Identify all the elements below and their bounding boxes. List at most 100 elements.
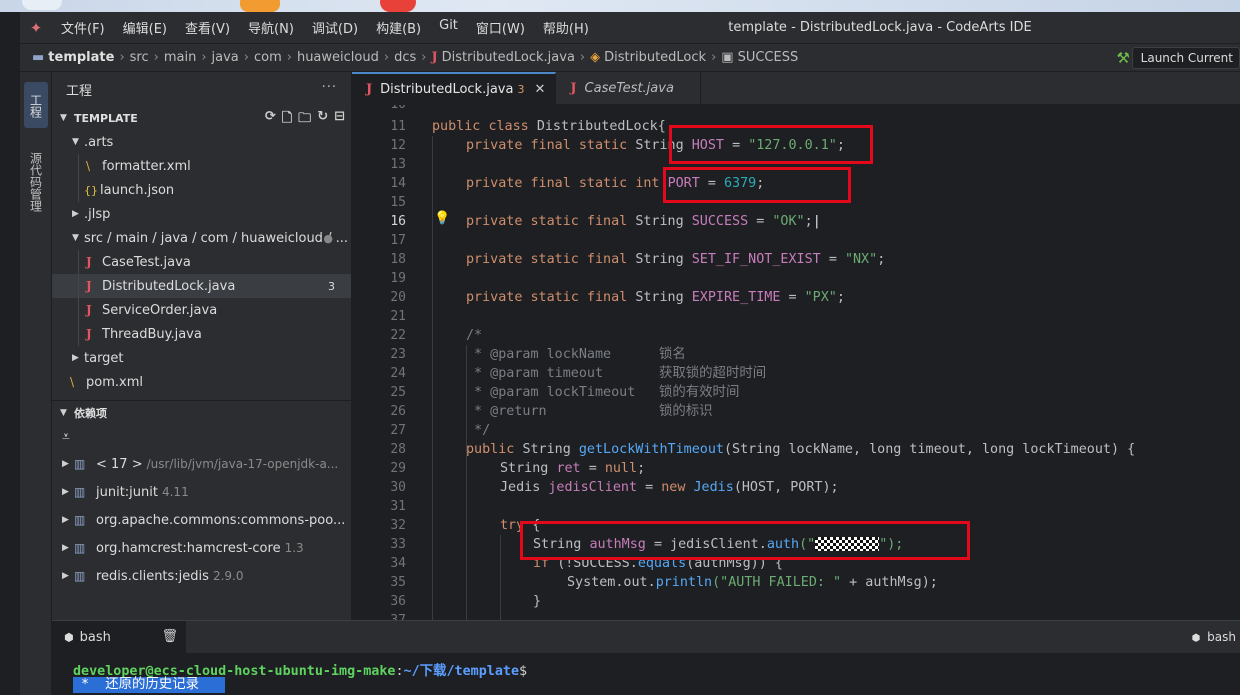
terminal-tab-bash-secondary[interactable]: ⬢ bash bbox=[1192, 630, 1236, 644]
project-section-header[interactable]: ▼ TEMPLATE ⟳ 🗋 🗀 ↻ ⊟ bbox=[52, 106, 351, 130]
breadcrumb-item-file[interactable]: J DistributedLock.java bbox=[431, 50, 574, 65]
library-icon: ▥ bbox=[74, 541, 86, 555]
activity-explorer[interactable]: 工程 bbox=[24, 82, 48, 128]
breadcrumb-item-field[interactable]: ▣ SUCCESS bbox=[721, 50, 798, 65]
tree-item-casetest[interactable]: J CaseTest.java bbox=[52, 250, 351, 274]
highlight-box-port bbox=[663, 167, 851, 203]
chevron-right-icon: ▶ bbox=[62, 571, 69, 581]
hammer-build-icon[interactable]: ⚒ bbox=[1117, 49, 1130, 67]
breadcrumb-item-java[interactable]: java bbox=[212, 50, 239, 65]
menu-build[interactable]: 构建(B) bbox=[367, 18, 430, 37]
close-icon[interactable]: ✕ bbox=[534, 82, 545, 97]
dep-item-jedis[interactable]: ▶ ▥ redis.clients:jedis 2.9.0 bbox=[52, 562, 351, 590]
desktop-dock-icon bbox=[22, 0, 62, 10]
problems-badge: 3 bbox=[328, 279, 335, 293]
menu-window[interactable]: 窗口(W) bbox=[467, 18, 534, 37]
line-number: 17 bbox=[390, 233, 406, 248]
tab-casetest[interactable]: J CaseTest.java bbox=[556, 72, 701, 105]
tree-item-distributedlock[interactable]: J DistributedLock.java 3 bbox=[52, 274, 351, 298]
line-number: 22 bbox=[390, 328, 406, 343]
tree-item-formatter[interactable]: \ formatter.xml bbox=[52, 154, 351, 178]
tab-distributedlock[interactable]: J DistributedLock.java 3 ✕ bbox=[352, 72, 557, 105]
sync-icon[interactable]: ⟳ bbox=[265, 109, 276, 131]
line-number-gutter: 10 11 12 13 14 15 16 17 18 19 20 21 22 2… bbox=[352, 105, 416, 620]
menu-git[interactable]: Git bbox=[430, 18, 467, 37]
breadcrumb-item-src[interactable]: src bbox=[130, 50, 149, 65]
xml-file-icon: \ bbox=[86, 159, 91, 173]
code-line-11: public class DistributedLock{ bbox=[432, 119, 666, 134]
code-line-29: String ret = null; bbox=[500, 461, 646, 476]
dependencies-section-header[interactable]: ▼ 依赖项 bbox=[52, 400, 351, 424]
menu-bar: 文件(F) 编辑(E) 查看(V) 导航(N) 调试(D) 构建(B) Git … bbox=[52, 18, 598, 37]
dep-item-jdk[interactable]: ▶ ▥ < 17 > /usr/lib/jvm/java-17-openjdk-… bbox=[52, 450, 351, 478]
class-icon: ◈ bbox=[590, 50, 601, 65]
line-number: 37 bbox=[366, 611, 406, 620]
tree-item-serviceorder[interactable]: J ServiceOrder.java bbox=[52, 298, 351, 322]
tree-item-threadbuy[interactable]: J ThreadBuy.java bbox=[52, 322, 351, 346]
desktop-dock-icon bbox=[240, 0, 280, 12]
refresh-icon[interactable]: ↻ bbox=[317, 109, 328, 131]
menu-help[interactable]: 帮助(H) bbox=[534, 18, 598, 37]
line-number: 32 bbox=[390, 518, 406, 533]
chevron-right-icon: › bbox=[201, 50, 207, 65]
breadcrumb-item-com[interactable]: com bbox=[254, 50, 282, 65]
breadcrumb-item-dcs[interactable]: dcs bbox=[394, 50, 416, 65]
menu-navigate[interactable]: 导航(N) bbox=[239, 18, 303, 37]
highlight-box-host bbox=[669, 125, 873, 164]
activity-bar: 工程 源代码管理 bbox=[20, 72, 52, 695]
library-icon: ▥ bbox=[74, 485, 86, 499]
menu-edit[interactable]: 编辑(E) bbox=[114, 18, 176, 37]
trash-icon[interactable]: 🗑 bbox=[161, 629, 178, 644]
highlight-box-auth bbox=[520, 521, 970, 560]
breadcrumb-item-project[interactable]: ▬ template bbox=[32, 50, 114, 65]
library-icon: ▥ bbox=[74, 569, 86, 583]
code-line-16: private static final String SUCCESS = "O… bbox=[466, 214, 821, 229]
new-folder-icon[interactable]: 🗀 bbox=[298, 109, 311, 131]
tree-item-arts[interactable]: ▼ .arts bbox=[52, 130, 351, 154]
code-line-20: private static final String EXPIRE_TIME … bbox=[466, 290, 845, 305]
menu-debug[interactable]: 调试(D) bbox=[303, 18, 367, 37]
new-file-icon[interactable]: 🗋 bbox=[282, 109, 292, 131]
code-line-24: * @param timeout 获取锁的超时时间 bbox=[466, 366, 767, 381]
tree-item-launch-json[interactable]: {} launch.json bbox=[52, 178, 351, 202]
tree-item-jlsp[interactable]: ▶ .jlsp bbox=[52, 202, 351, 226]
terminal-panel[interactable]: developer@ecs-cloud-host-ubuntu-img-make… bbox=[52, 653, 1240, 695]
dep-item-junit[interactable]: ▶ ▥ junit:junit 4.11 bbox=[52, 478, 351, 506]
dep-item-hamcrest[interactable]: ▶ ▥ org.hamcrest:hamcrest-core 1.3 bbox=[52, 534, 351, 562]
codearts-logo-icon[interactable]: ✦ bbox=[20, 12, 52, 44]
line-number: 21 bbox=[390, 309, 406, 324]
tree-item-src-path[interactable]: ▼ src / main / java / com / huaweicloud … bbox=[52, 226, 351, 250]
desktop-background bbox=[0, 0, 1240, 12]
chevron-right-icon: ▶ bbox=[72, 353, 79, 363]
line-number: 24 bbox=[390, 366, 406, 381]
breadcrumb-item-main[interactable]: main bbox=[164, 50, 196, 65]
breadcrumb-item-huaweicloud[interactable]: huaweicloud bbox=[297, 50, 379, 65]
chevron-right-icon: ▶ bbox=[72, 209, 79, 219]
collapse-all-icon[interactable]: ⊟ bbox=[334, 109, 345, 131]
tree-item-target[interactable]: ▶ target bbox=[52, 346, 351, 370]
terminal-tab-bash[interactable]: ⬢ bash 🗑 bbox=[52, 621, 186, 654]
tree-item-pom[interactable]: \ pom.xml bbox=[52, 370, 351, 394]
line-number: 29 bbox=[390, 461, 406, 476]
menu-file[interactable]: 文件(F) bbox=[52, 18, 114, 37]
chevron-down-icon: ▼ bbox=[60, 407, 67, 418]
dep-item-commons-pool[interactable]: ▶ ▥ org.apache.commons:commons-poo... bbox=[52, 506, 351, 534]
json-file-icon: {} bbox=[84, 183, 98, 197]
library-icon: ▥ bbox=[74, 457, 86, 471]
line-number: 26 bbox=[390, 404, 406, 419]
breadcrumb-item-class[interactable]: ◈ DistributedLock bbox=[590, 50, 706, 65]
xml-file-icon: \ bbox=[70, 375, 75, 389]
code-line-30: Jedis jedisClient = new Jedis(HOST, PORT… bbox=[500, 480, 839, 495]
code-editor[interactable]: 10 11 12 13 14 15 16 17 18 19 20 21 22 2… bbox=[352, 105, 1240, 620]
code-line-35: System.out.println("AUTH FAILED: " + aut… bbox=[567, 575, 938, 590]
deps-filter[interactable]: ⩡ bbox=[52, 424, 351, 450]
line-number: 34 bbox=[390, 556, 406, 571]
more-actions-icon[interactable]: ··· bbox=[322, 80, 337, 95]
activity-source-control[interactable]: 源代码管理 bbox=[24, 152, 48, 232]
java-file-icon: J bbox=[570, 81, 577, 96]
desktop-dock-icon bbox=[380, 0, 416, 12]
chevron-right-icon: › bbox=[579, 50, 586, 65]
menu-view[interactable]: 查看(V) bbox=[176, 18, 239, 37]
launch-current-button[interactable]: Launch Current bbox=[1131, 47, 1240, 69]
line-number: 36 bbox=[390, 594, 406, 609]
